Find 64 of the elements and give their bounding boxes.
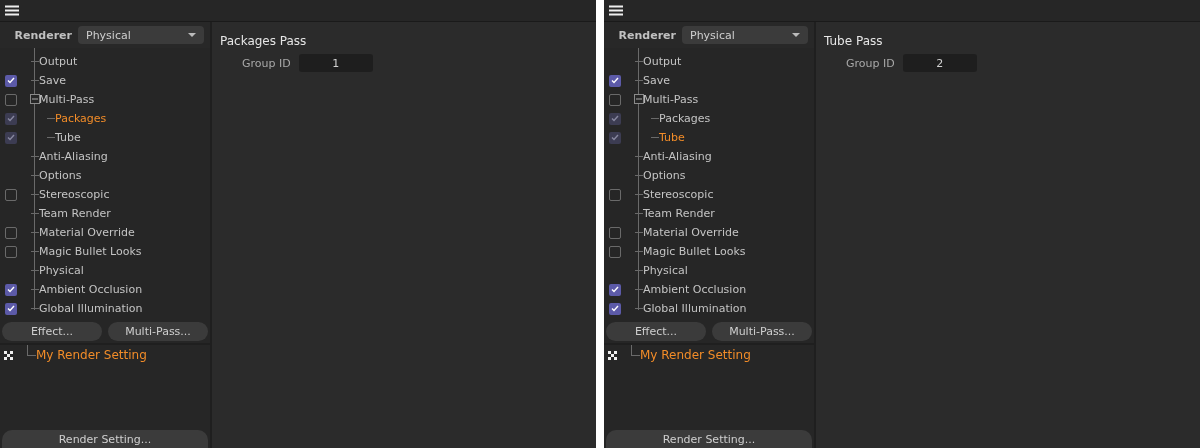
- checkbox[interactable]: [609, 302, 621, 315]
- tree-item[interactable]: Anti-Aliasing: [39, 150, 108, 163]
- field-label: Group ID: [846, 56, 895, 70]
- toolbar-button[interactable]: Effect...: [606, 322, 706, 341]
- tree-item[interactable]: Physical: [39, 264, 84, 277]
- group-id-field[interactable]: 1: [298, 54, 373, 72]
- tree-item[interactable]: Save: [643, 74, 670, 87]
- checkbox[interactable]: [5, 93, 17, 106]
- renderer-dropdown[interactable]: Physical: [682, 26, 808, 44]
- tree-item[interactable]: Options: [39, 169, 82, 182]
- pass-title: Packages Pass: [220, 34, 308, 48]
- tree-item[interactable]: Physical: [643, 264, 688, 277]
- tree-item[interactable]: Stereoscopic: [643, 188, 714, 201]
- menu-icon[interactable]: [609, 5, 623, 16]
- tree-item[interactable]: Ambient Occlusion: [39, 283, 143, 296]
- tree-item[interactable]: Team Render: [39, 207, 111, 220]
- render-setting-button[interactable]: Render Setting...: [2, 430, 208, 448]
- field-label: Group ID: [242, 56, 291, 70]
- checkbox[interactable]: [609, 188, 621, 201]
- render-setting-item[interactable]: My Render Setting: [36, 348, 147, 362]
- render-setting-button[interactable]: Render Setting...: [606, 430, 812, 448]
- tree-item[interactable]: Global Illumination: [39, 302, 143, 315]
- checkbox[interactable]: [609, 226, 621, 239]
- checkbox[interactable]: [5, 245, 17, 258]
- tree-item[interactable]: Output: [39, 55, 78, 68]
- renderer-dropdown[interactable]: Physical: [78, 26, 204, 44]
- tree-item[interactable]: Stereoscopic: [39, 188, 110, 201]
- caret-icon: [188, 33, 196, 37]
- settings-node-icon: [4, 350, 13, 360]
- tree-item[interactable]: Ambient Occlusion: [643, 283, 747, 296]
- renderer-label: Renderer: [618, 28, 676, 42]
- checkbox[interactable]: [609, 74, 621, 87]
- tree-item[interactable]: Team Render: [643, 207, 715, 220]
- checkbox[interactable]: [5, 302, 17, 315]
- tree-item[interactable]: Options: [643, 169, 686, 182]
- group-id-field[interactable]: 2: [902, 54, 977, 72]
- toolbar-button[interactable]: Multi-Pass...: [108, 322, 208, 341]
- toolbar-button[interactable]: Multi-Pass...: [712, 322, 812, 341]
- render-setting-item[interactable]: My Render Setting: [640, 348, 751, 362]
- checkbox[interactable]: [5, 188, 17, 201]
- tree-item[interactable]: Magic Bullet Looks: [39, 245, 142, 258]
- collapse-icon[interactable]: [634, 94, 644, 104]
- checkbox[interactable]: [5, 283, 17, 296]
- menu-icon[interactable]: [5, 5, 19, 16]
- tree-item[interactable]: Global Illumination: [643, 302, 747, 315]
- tree-item[interactable]: Output: [643, 55, 682, 68]
- checkbox[interactable]: [5, 74, 17, 87]
- checkbox[interactable]: [5, 226, 17, 239]
- checkbox[interactable]: [609, 283, 621, 296]
- tree-item[interactable]: Magic Bullet Looks: [643, 245, 746, 258]
- tree-item[interactable]: Multi-Pass: [39, 93, 95, 106]
- tree-item[interactable]: Anti-Aliasing: [643, 150, 712, 163]
- settings-node-icon: [608, 350, 617, 360]
- checkbox[interactable]: [609, 245, 621, 258]
- pass-title: Tube Pass: [824, 34, 884, 48]
- collapse-icon[interactable]: [30, 94, 40, 104]
- tree-item[interactable]: Material Override: [643, 226, 739, 239]
- checkbox[interactable]: [609, 93, 621, 106]
- tree-item[interactable]: Material Override: [39, 226, 135, 239]
- toolbar-button[interactable]: Effect...: [2, 322, 102, 341]
- tree-item[interactable]: Save: [39, 74, 66, 87]
- tree-item[interactable]: Multi-Pass: [643, 93, 699, 106]
- renderer-label: Renderer: [14, 28, 72, 42]
- caret-icon: [792, 33, 800, 37]
